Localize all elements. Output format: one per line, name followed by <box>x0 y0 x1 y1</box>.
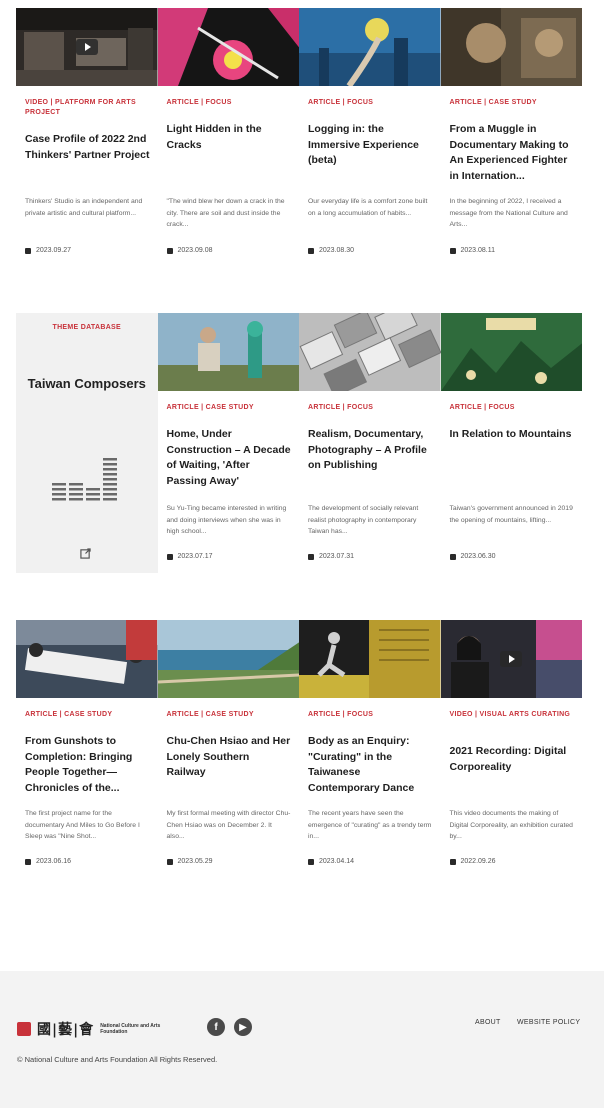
article-card[interactable]: ARTICLE | CASE STUDY From a Muggle in Do… <box>440 8 582 266</box>
card-category[interactable]: ARTICLE | FOCUS <box>450 403 577 413</box>
card-excerpt: This video documents the making of Digit… <box>449 810 573 840</box>
card-category[interactable]: ARTICLE | CASE STUDY <box>167 710 294 720</box>
calendar-icon <box>308 553 314 560</box>
card-date: 2023.07.17 <box>166 553 213 560</box>
calendar-icon <box>25 247 31 254</box>
card-thumbnail[interactable] <box>299 620 441 698</box>
logo-mark-icon <box>17 1022 31 1036</box>
card-category[interactable]: ARTICLE | CASE STUDY <box>450 98 577 108</box>
card-thumbnail[interactable] <box>157 620 299 698</box>
card-excerpt: Thinkers' Studio is an independent and p… <box>25 198 143 217</box>
logo-english-text: National Culture and Arts Foundation <box>100 1022 161 1036</box>
article-card[interactable]: VIDEO | VISUAL ARTS CURATING 2021 Record… <box>440 620 582 878</box>
card-thumbnail[interactable] <box>16 8 158 86</box>
card-title[interactable]: Body as an Enquiry: "Curating" in the Ta… <box>308 734 433 796</box>
foundation-logo[interactable]: 國|藝|會 National Culture and Arts Foundati… <box>17 1019 162 1039</box>
calendar-icon <box>25 858 31 865</box>
article-card[interactable]: ARTICLE | CASE STUDY From Gunshots to Co… <box>16 620 158 878</box>
article-card[interactable]: ARTICLE | FOCUS Light Hidden in the Crac… <box>157 8 299 266</box>
card-date: 2023.04.14 <box>308 858 354 865</box>
theme-database-card[interactable]: THEME DATABASE Taiwan Composers <box>16 313 158 573</box>
card-thumbnail[interactable] <box>440 8 582 86</box>
calendar-icon <box>308 858 314 865</box>
card-excerpt: My first formal meeting with director Ch… <box>166 810 291 840</box>
card-excerpt: The recent years have seen the emergence… <box>308 810 432 840</box>
external-link-icon[interactable] <box>80 548 91 559</box>
card-excerpt: Su Yu-Ting became interested in writing … <box>166 505 287 535</box>
calendar-icon <box>166 553 173 560</box>
card-excerpt: In the beginning of 2022, I received a m… <box>449 198 568 228</box>
card-title[interactable]: 2021 Recording: Digital Corporeality <box>450 744 575 775</box>
card-title[interactable]: From Gunshots to Completion: Bringing Pe… <box>25 734 150 796</box>
article-card[interactable]: ARTICLE | FOCUS In Relation to Mountains… <box>440 313 582 573</box>
card-title[interactable]: Light Hidden in the Cracks <box>167 122 292 153</box>
card-category[interactable]: ARTICLE | FOCUS <box>167 98 294 108</box>
calendar-icon <box>449 858 456 865</box>
card-category[interactable]: VIDEO | VISUAL ARTS CURATING <box>450 710 577 720</box>
card-excerpt: Our everyday life is a comfort zone buil… <box>308 198 428 217</box>
calendar-icon <box>166 247 173 254</box>
card-category[interactable]: ARTICLE | FOCUS <box>308 710 435 720</box>
website-policy-link[interactable]: WEBSITE POLICY <box>517 1019 580 1026</box>
play-icon[interactable] <box>500 651 523 667</box>
facebook-icon[interactable]: f <box>207 1018 225 1036</box>
card-category[interactable]: ARTICLE | FOCUS <box>308 98 435 108</box>
article-card[interactable]: ARTICLE | FOCUS Realism, Documentary, Ph… <box>299 313 441 573</box>
about-link[interactable]: ABOUT <box>475 1019 501 1026</box>
card-thumbnail[interactable] <box>440 620 582 698</box>
card-thumbnail[interactable] <box>157 313 299 391</box>
card-thumbnail[interactable] <box>157 8 299 86</box>
card-thumbnail[interactable] <box>299 8 441 86</box>
calendar-icon <box>308 247 314 254</box>
card-excerpt: The first project name for the documenta… <box>25 810 140 840</box>
card-title[interactable]: In Relation to Mountains <box>450 427 575 443</box>
article-card[interactable]: VIDEO | PLATFORM FOR ARTS PROJECT Case P… <box>16 8 158 266</box>
card-date: 2023.08.11 <box>449 247 495 254</box>
logo-cjk-text: 國|藝|會 <box>37 1022 95 1038</box>
card-category[interactable]: VIDEO | PLATFORM FOR ARTS PROJECT <box>25 98 152 118</box>
card-excerpt: "The wind blew her down a crack in the c… <box>166 198 285 228</box>
equalizer-icon <box>52 458 117 501</box>
card-date: 2023.07.31 <box>308 553 354 560</box>
calendar-icon <box>449 553 456 560</box>
card-title[interactable]: Logging in: the Immersive Experience (be… <box>308 122 433 169</box>
card-excerpt: Taiwan's government announced in 2019 th… <box>449 505 573 524</box>
card-title[interactable]: Realism, Documentary, Photography – A Pr… <box>308 427 433 474</box>
card-date: 2023.09.08 <box>166 247 213 254</box>
article-card[interactable]: ARTICLE | FOCUS Body as an Enquiry: "Cur… <box>299 620 441 878</box>
copyright-text: © National Culture and Arts Foundation A… <box>17 1055 218 1064</box>
card-title[interactable]: Home, Under Construction – A Decade of W… <box>167 427 292 489</box>
calendar-icon <box>166 858 173 865</box>
play-icon[interactable] <box>75 39 98 55</box>
card-date: 2023.06.30 <box>449 553 496 560</box>
youtube-icon[interactable]: ▶ <box>234 1018 252 1036</box>
card-category[interactable]: ARTICLE | CASE STUDY <box>167 403 294 413</box>
card-date: 2022.09.26 <box>449 858 496 865</box>
site-footer: 國|藝|會 National Culture and Arts Foundati… <box>0 971 604 1108</box>
theme-title[interactable]: Taiwan Composers <box>16 373 158 394</box>
card-category[interactable]: ARTICLE | FOCUS <box>308 403 435 413</box>
card-date: 2023.05.29 <box>166 858 213 865</box>
theme-tag[interactable]: THEME DATABASE <box>16 324 158 331</box>
article-row-2: THEME DATABASE Taiwan Composers ARTICLE … <box>16 313 582 573</box>
card-excerpt: The development of socially relevant rea… <box>308 505 419 535</box>
card-title[interactable]: From a Muggle in Documentary Making to A… <box>450 122 575 184</box>
article-row-3: ARTICLE | CASE STUDY From Gunshots to Co… <box>16 620 582 878</box>
card-category[interactable]: ARTICLE | CASE STUDY <box>25 710 152 720</box>
card-date: 2023.08.30 <box>308 247 354 254</box>
card-thumbnail[interactable] <box>16 620 158 698</box>
article-card[interactable]: ARTICLE | CASE STUDY Home, Under Constru… <box>157 313 299 573</box>
card-date: 2023.06.16 <box>25 858 71 865</box>
card-thumbnail[interactable] <box>440 313 582 391</box>
card-title[interactable]: Chu-Chen Hsiao and Her Lonely Southern R… <box>167 734 292 781</box>
card-date: 2023.09.27 <box>25 247 71 254</box>
article-card[interactable]: ARTICLE | CASE STUDY Chu-Chen Hsiao and … <box>157 620 299 878</box>
card-thumbnail[interactable] <box>299 313 441 391</box>
card-title[interactable]: Case Profile of 2022 2nd Thinkers' Partn… <box>25 132 150 163</box>
calendar-icon <box>449 247 456 254</box>
article-card[interactable]: ARTICLE | FOCUS Logging in: the Immersiv… <box>299 8 441 266</box>
article-row-1: VIDEO | PLATFORM FOR ARTS PROJECT Case P… <box>16 8 582 266</box>
